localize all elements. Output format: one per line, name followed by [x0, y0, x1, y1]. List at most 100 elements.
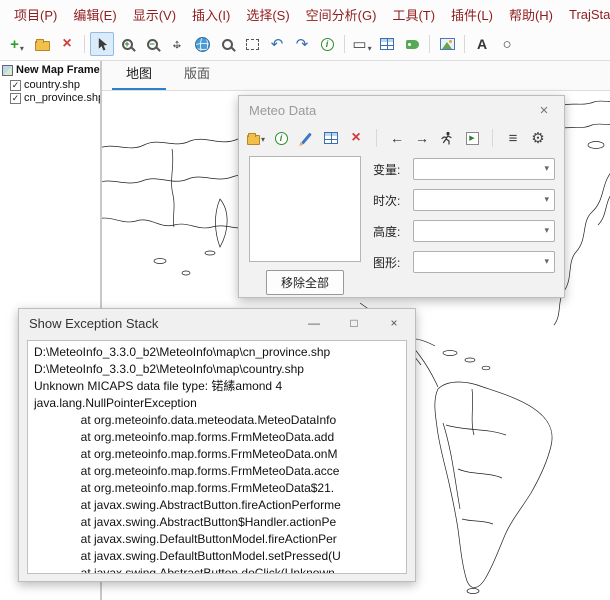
data-field-controls: 变量: ▾ 时次: ▾ 高度: ▾ 图形: ▾ [373, 156, 555, 295]
toolbar-separator [429, 35, 430, 53]
tab-layout[interactable]: 版面 [170, 58, 224, 90]
zoom-in-tool-button[interactable]: + [115, 32, 139, 56]
step-run-button[interactable]: ▶ [463, 129, 481, 147]
menu-insert[interactable]: 插入(I) [184, 2, 238, 27]
stack-line: at org.meteoinfo.map.forms.FrmMeteoData$… [34, 480, 400, 497]
layer-checkbox[interactable]: ✓ [10, 93, 21, 104]
minimize-button[interactable]: — [307, 316, 321, 330]
remove-layer-button[interactable]: × [55, 32, 79, 56]
layer-node-country[interactable]: ✓ country.shp [10, 79, 98, 91]
toolbar-separator [492, 129, 493, 147]
close-button[interactable]: × [534, 102, 554, 119]
menu-tools[interactable]: 工具(T) [384, 2, 443, 27]
close-icon: × [62, 36, 71, 52]
document-tabbar: 地图 版面 [102, 61, 610, 91]
meteo-dialog-titlebar[interactable]: Meteo Data × [239, 96, 564, 124]
exception-stack-dialog: Show Exception Stack — □ × D:\MeteoInfo_… [18, 308, 416, 582]
graphic-label: 图形: [373, 254, 407, 271]
folder-icon [247, 135, 260, 145]
level-label: 高度: [373, 223, 407, 240]
identify-button[interactable]: i [315, 32, 339, 56]
close-icon: × [351, 130, 360, 146]
variable-select[interactable]: ▾ [413, 158, 555, 180]
menu-spatial-analysis[interactable]: 空间分析(G) [298, 2, 385, 27]
level-select[interactable]: ▾ [413, 220, 555, 242]
exception-stack-text[interactable]: D:\MeteoInfo_3.3.0_b2\MeteoInfo\map\cn_p… [27, 340, 407, 574]
select-feature-button[interactable]: ▭▾ [350, 32, 374, 56]
map-frame-label: New Map Frame [16, 64, 100, 76]
stack-line: at org.meteoinfo.map.forms.FrmMeteoData.… [34, 429, 400, 446]
stack-line: at javax.swing.AbstractButton.fireAction… [34, 497, 400, 514]
text-tool-button[interactable]: A [470, 32, 494, 56]
data-list-button[interactable]: ≡ [504, 129, 522, 147]
previous-time-button[interactable]: ← [388, 129, 406, 147]
graphic-select[interactable]: ▾ [413, 251, 555, 273]
new-project-button[interactable]: +▾ [5, 32, 29, 56]
menu-plugins[interactable]: 插件(L) [443, 2, 501, 27]
pan-icon: ↔↕ [169, 36, 185, 52]
table-icon [324, 132, 338, 144]
arrow-left-icon: ← [390, 130, 404, 146]
chart-icon [440, 38, 455, 50]
main-toolbar: +▾ × + − ↔↕ ↶ ↷ i ▭▾ A ○ [0, 28, 610, 60]
meteo-dialog-body: 移除全部 变量: ▾ 时次: ▾ 高度: ▾ 图形: ▾ [239, 152, 564, 295]
menu-project[interactable]: 项目(P) [6, 2, 65, 27]
tag-icon [406, 40, 419, 49]
runner-icon [440, 131, 454, 145]
play-icon: ▶ [466, 132, 479, 145]
zoom-next-button[interactable]: ↷ [290, 32, 314, 56]
stack-line: at org.meteoinfo.map.forms.FrmMeteoData.… [34, 463, 400, 480]
undo-icon: ↶ [271, 37, 284, 52]
meteo-dialog-title: Meteo Data [249, 103, 316, 118]
folder-icon [35, 41, 50, 51]
full-extent-button[interactable] [190, 32, 214, 56]
remove-all-button[interactable]: 移除全部 [266, 270, 344, 295]
meteoinfo-window: 项目(P) 编辑(E) 显示(V) 插入(I) 选择(S) 空间分析(G) 工具… [0, 0, 610, 600]
menu-help[interactable]: 帮助(H) [501, 2, 561, 27]
caret-down-icon: ▾ [261, 135, 265, 147]
text-icon: A [477, 36, 487, 52]
menu-trajstat[interactable]: TrajStat [561, 4, 610, 25]
tab-map[interactable]: 地图 [112, 58, 166, 90]
layer-checkbox[interactable]: ✓ [10, 80, 21, 91]
variable-label: 变量: [373, 161, 407, 178]
draw-data-button[interactable] [297, 129, 315, 147]
toolbar-separator [84, 35, 85, 53]
caret-down-icon: ▾ [368, 44, 372, 56]
pencil-icon [301, 132, 312, 144]
remove-data-button[interactable]: × [347, 129, 365, 147]
meteo-data-button[interactable] [435, 32, 459, 56]
menu-edit[interactable]: 编辑(E) [65, 2, 124, 27]
open-data-button[interactable]: ▾ [247, 129, 265, 147]
ellipse-tool-button[interactable]: ○ [495, 32, 519, 56]
maximize-button[interactable]: □ [347, 316, 361, 330]
dashed-rect-icon [246, 39, 259, 50]
close-button[interactable]: × [387, 316, 401, 330]
zoom-to-extent-button[interactable] [240, 32, 264, 56]
info-icon: i [321, 38, 334, 51]
opened-data-listbox[interactable] [249, 156, 361, 262]
layer-node-cn-province[interactable]: ✓ cn_province.shp [10, 92, 98, 104]
attribute-table-button[interactable] [375, 32, 399, 56]
zoom-out-tool-button[interactable]: − [140, 32, 164, 56]
meteo-dialog-toolbar: ▾ i × ← → ▶ ≡ ⚙ [239, 124, 564, 152]
exception-dialog-titlebar[interactable]: Show Exception Stack — □ × [19, 309, 415, 337]
open-project-button[interactable] [30, 32, 54, 56]
toolbar-separator [464, 35, 465, 53]
map-frame-node[interactable]: New Map Frame [2, 64, 98, 76]
menu-select[interactable]: 选择(S) [238, 2, 297, 27]
data-info-button[interactable]: i [272, 129, 290, 147]
next-time-button[interactable]: → [413, 129, 431, 147]
menu-view[interactable]: 显示(V) [125, 2, 184, 27]
redo-icon: ↷ [296, 37, 309, 52]
pan-tool-button[interactable]: ↔↕ [165, 32, 189, 56]
settings-button[interactable]: ⚙ [529, 129, 547, 147]
animate-button[interactable] [438, 129, 456, 147]
time-select[interactable]: ▾ [413, 189, 555, 211]
select-tool-button[interactable] [90, 32, 114, 56]
zoom-out-icon: − [147, 39, 158, 50]
zoom-to-layer-button[interactable] [215, 32, 239, 56]
label-button[interactable] [400, 32, 424, 56]
data-table-button[interactable] [322, 129, 340, 147]
zoom-previous-button[interactable]: ↶ [265, 32, 289, 56]
